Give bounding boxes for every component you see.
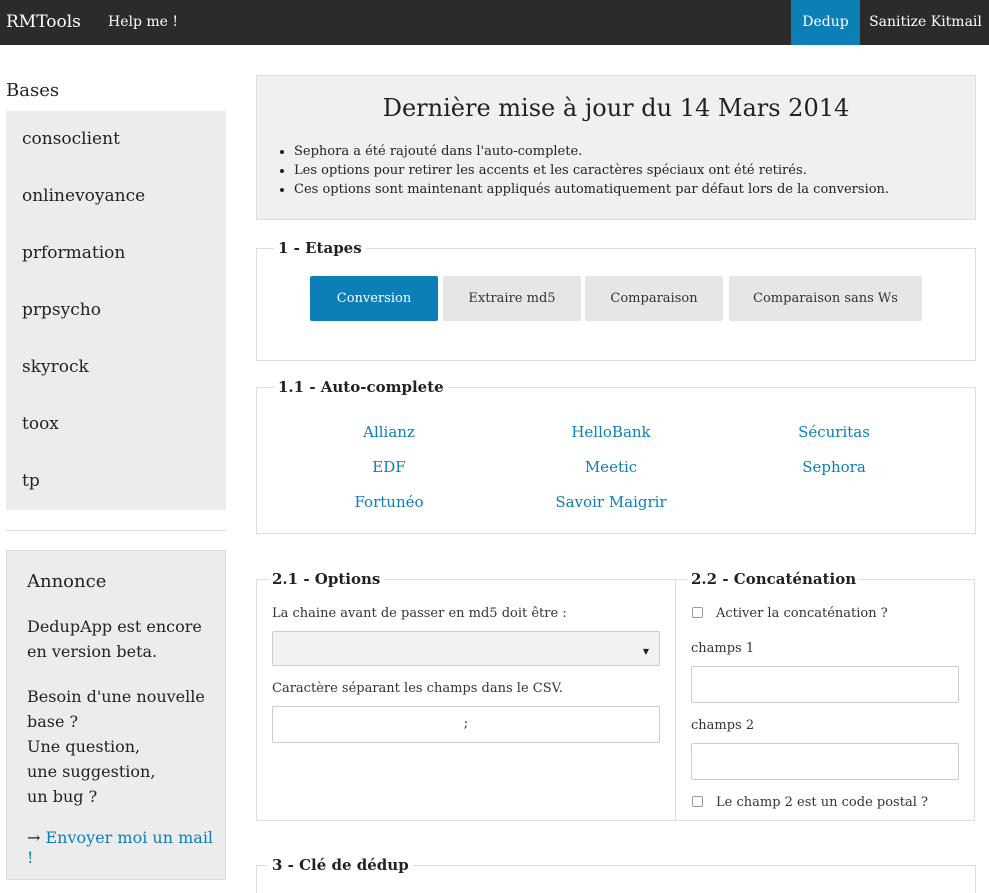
annonce-panel: Annonce DedupApp est encore en version b… <box>6 550 226 880</box>
champs1-label: champs 1 <box>691 641 755 656</box>
sidebar-list: consoclient onlinevoyance prformation pr… <box>6 111 226 510</box>
autocomplete-sephora[interactable]: Sephora <box>734 458 934 476</box>
top-navbar: RMTools Help me ! Dedup Sanitize Kitmail <box>0 0 989 45</box>
brand-logo[interactable]: RMTools <box>6 12 81 32</box>
concat-checkbox[interactable] <box>692 607 703 618</box>
extraire-md5-button[interactable]: Extraire md5 <box>443 276 581 321</box>
options-fieldset: 2.1 - Options La chaine avant de passer … <box>256 570 676 821</box>
update-item: Les options pour retirer les accents et … <box>294 161 889 180</box>
conversion-button[interactable]: Conversion <box>310 276 438 321</box>
update-panel: Dernière mise à jour du 14 Mars 2014 Sep… <box>256 75 976 220</box>
nav-dedup[interactable]: Dedup <box>791 0 860 45</box>
sidebar-item-skyrock[interactable]: skyrock <box>22 357 89 377</box>
mail-link-wrapper: → Envoyer moi un mail ! <box>27 828 217 868</box>
autocomplete-savoir-maigrir[interactable]: Savoir Maigrir <box>511 493 711 511</box>
cle-dedup-fieldset: 3 - Clé de dédup <box>256 856 976 893</box>
postal-code-checkbox[interactable] <box>692 796 703 807</box>
autocomplete-hellobank[interactable]: HelloBank <box>511 423 711 441</box>
caret-down-icon: ▼ <box>642 647 649 656</box>
autocomplete-legend: 1.1 - Auto-complete <box>274 378 448 396</box>
concat-checkbox-label: Activer la concaténation ? <box>716 606 888 621</box>
autocomplete-fortuneo[interactable]: Fortunéo <box>289 493 489 511</box>
comparaison-button[interactable]: Comparaison <box>585 276 723 321</box>
autocomplete-meetic[interactable]: Meetic <box>511 458 711 476</box>
annonce-text-beta: DedupApp est encore en version beta. <box>27 617 202 661</box>
sidebar-item-prpsycho[interactable]: prpsycho <box>22 300 101 320</box>
comparaison-sans-ws-button[interactable]: Comparaison sans Ws <box>729 276 922 321</box>
annonce-title: Annonce <box>27 571 107 592</box>
concat-legend: 2.2 - Concaténation <box>687 570 861 588</box>
concat-fieldset: 2.2 - Concaténation Activer la concaténa… <box>675 570 975 821</box>
autocomplete-allianz[interactable]: Allianz <box>289 423 489 441</box>
separator-input[interactable]: ; <box>272 706 660 743</box>
etapes-fieldset: 1 - Etapes Conversion Extraire md5 Compa… <box>256 239 976 361</box>
autocomplete-fieldset: 1.1 - Auto-complete Allianz HelloBank Sé… <box>256 378 976 534</box>
sidebar-title: Bases <box>6 80 60 101</box>
sidebar-item-prformation[interactable]: prformation <box>22 243 125 263</box>
update-item: Sephora a été rajouté dans l'auto-comple… <box>294 142 889 161</box>
etapes-legend: 1 - Etapes <box>274 239 366 257</box>
cle-dedup-legend: 3 - Clé de dédup <box>268 856 413 874</box>
update-list: Sephora a été rajouté dans l'auto-comple… <box>294 142 889 199</box>
champs2-label: champs 2 <box>691 718 755 733</box>
postal-code-checkbox-label: Le champ 2 est un code postal ? <box>716 795 928 810</box>
update-title: Dernière mise à jour du 14 Mars 2014 <box>382 94 850 122</box>
sidebar-item-consoclient[interactable]: consoclient <box>22 129 120 149</box>
autocomplete-securitas[interactable]: Sécuritas <box>734 423 934 441</box>
options-legend: 2.1 - Options <box>268 570 385 588</box>
update-item: Ces options sont maintenant appliqués au… <box>294 180 889 199</box>
separator-label: Caractère séparant les champs dans le CS… <box>272 681 563 696</box>
autocomplete-edf[interactable]: EDF <box>289 458 489 476</box>
nav-sanitize-kitmail[interactable]: Sanitize Kitmail <box>866 0 985 45</box>
arrow-icon: → <box>27 828 41 847</box>
champs2-input[interactable] <box>691 743 959 780</box>
sidebar-item-tp[interactable]: tp <box>22 471 40 491</box>
annonce-text-help: Besoin d'une nouvelle base ? Une questio… <box>27 687 205 806</box>
sidebar-divider <box>6 530 226 531</box>
sidebar-item-toox[interactable]: toox <box>22 414 59 434</box>
md5-format-label: La chaine avant de passer en md5 doit êt… <box>272 606 567 621</box>
md5-format-select[interactable]: ▼ <box>272 631 660 666</box>
champs1-input[interactable] <box>691 666 959 703</box>
sidebar-item-onlinevoyance[interactable]: onlinevoyance <box>22 186 145 206</box>
help-link[interactable]: Help me ! <box>108 14 178 30</box>
send-mail-link[interactable]: Envoyer moi un mail ! <box>27 828 213 867</box>
